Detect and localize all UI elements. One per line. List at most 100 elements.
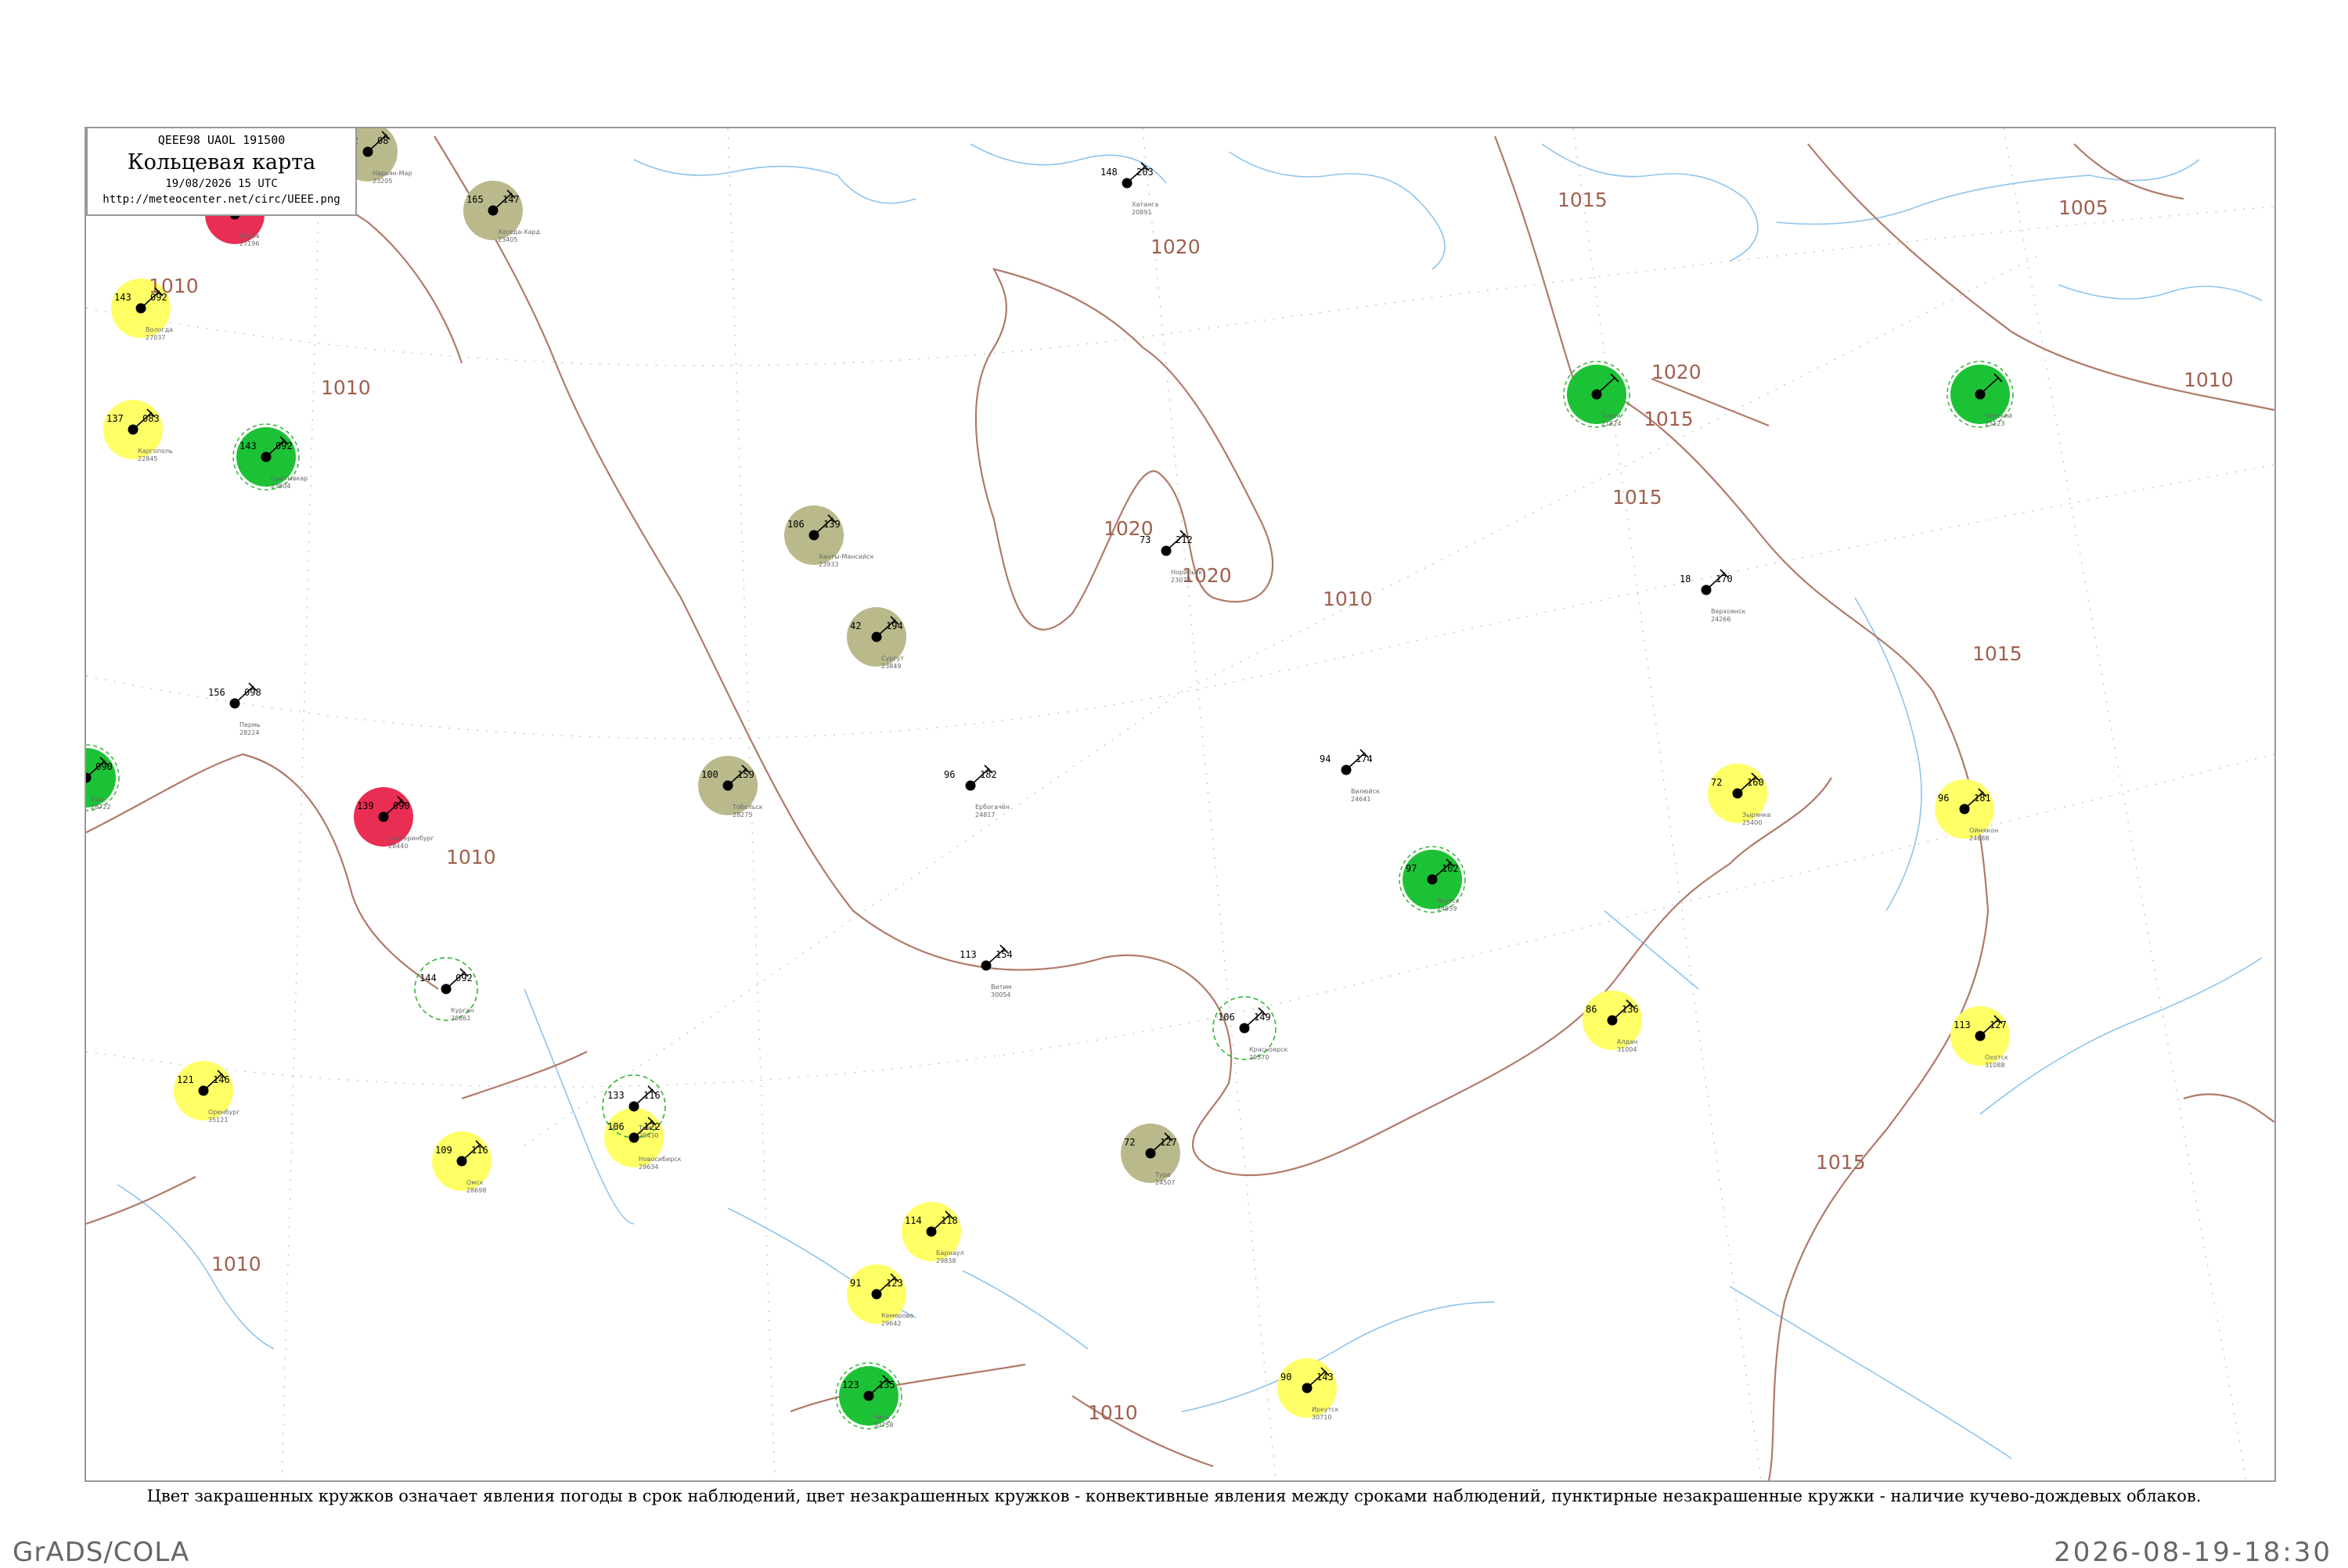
station-temperature: 113 [1954,1020,1971,1030]
station-temperature: 90 [1280,1372,1291,1383]
station-temperature: 114 [905,1215,922,1226]
station-temperature: 106 [787,519,805,530]
station-name: Вологда [146,326,173,333]
station-name: Новосибирск [639,1156,682,1163]
station-name: Витим [991,984,1012,991]
station-temperature: 42 [850,620,861,631]
station-name: Оренбург [208,1109,239,1116]
station-pressure: 154 [996,949,1013,960]
station-index: 23078 [1171,577,1190,584]
station-index: 24959 [1437,905,1457,912]
station-index: 23405 [498,236,517,243]
map-datetime: 19/08/2026 15 UTC [165,178,278,190]
station-name: Оймякон [1969,827,1998,834]
station-name: Красноярск [1249,1046,1287,1053]
station-index: 24507 [1155,1179,1175,1186]
station-pressure: 08 [377,135,388,146]
station-plot[interactable]: 113 154 Витим30054 [960,944,1013,998]
station-temperature: 133 [607,1090,625,1101]
station-plot[interactable]: 18 170 Верхоянск24266 [1680,569,1746,623]
station-pressure: 212 [1176,534,1193,545]
station-index: 23933 [819,561,838,568]
station-temperature: 91 [850,1278,861,1289]
station-pressure: 170 [1716,574,1733,584]
bulletin-code: QEEE98 UAOL 191500 [157,133,286,147]
station-temperature: 106 [607,1121,625,1132]
station-index: 30054 [991,991,1010,998]
station-index: 23849 [881,663,901,670]
isobar-label: 1010 [211,1253,261,1275]
station-index: 35121 [208,1117,228,1124]
station-plot[interactable]: 73 212 Норильск23078 [1140,530,1202,584]
software-label: GrADS/COLA [13,1537,190,1568]
station-plot[interactable]: 94 174 Вилюйск24641 [1320,749,1380,803]
station-plot[interactable]: 144 092 Курган28661 [420,968,474,1022]
station-name: Хатанга [1132,201,1158,208]
station-pressure: 136 [1622,1004,1639,1015]
station-pressure: 160 [1747,777,1764,788]
station-temperature: 121 [177,1074,194,1085]
station-name: Норильск [1171,569,1202,576]
station-temperature: 94 [1320,753,1331,764]
station-pressure: 181 [1974,793,1991,804]
station-index: 29570 [1249,1054,1269,1061]
station-index: 31004 [1617,1046,1637,1053]
station-name: Барнаул [936,1250,963,1257]
station-index: 29430 [639,1132,658,1139]
station-index: 30710 [1312,1414,1331,1421]
station-temperature: 113 [960,949,977,960]
station-pressure: 143 [1316,1372,1334,1383]
station-pressure: 162 [1442,863,1459,874]
station-plot[interactable]: 148 203 Хатанга20891 [1100,162,1158,216]
station-temperature: 144 [420,973,437,984]
station-name: Екатеринбург [388,835,434,842]
station-pressure: 090 [95,761,113,772]
station-index: 25123 [1985,420,2004,427]
station-index: 29642 [881,1320,901,1327]
station-plot[interactable]: 156 098 Пермь28224 [208,682,261,736]
isobar-label: 1020 [1151,236,1201,258]
map-url[interactable]: http://meteocenter.net/circ/UEEE.png [88,193,355,206]
weather-map[interactable]: 1005 1010 1010 1010 1010 1010 1010 1015 1015 1015… [86,128,2274,1480]
station-pressure: 123 [886,1278,903,1289]
station-temperature: 106 [1218,1012,1235,1023]
station-name: Верхоянск [1711,608,1746,615]
station-index: 28698 [466,1187,486,1194]
legend-caption: Цвет закрашенных кружков означает явлени… [146,1487,2202,1505]
station-pressure: 090 [393,800,410,811]
station-pressure: 127 [1160,1137,1177,1148]
station-name: Кемерово [881,1312,913,1319]
station-pressure: 083 [142,413,160,424]
station-name: Каргополь [138,448,173,455]
station-pressure: 127 [1990,1020,2007,1030]
station-index: 27037 [146,334,165,341]
station-name: Томск [638,1124,658,1131]
station-name: Чита [873,1414,889,1421]
station-pressure: 098 [244,687,261,698]
station-pressure: 092 [275,441,293,451]
station-index: 28224 [239,729,259,736]
station-index: 29634 [639,1163,658,1171]
station-name: Вилюйск [1351,788,1380,795]
station-index: 23205 [373,178,392,185]
station-temperature: 165 [466,194,484,205]
station-temperature: 148 [1100,167,1118,178]
station-plot[interactable]: 96 182 Ербогачён24817 [944,764,1010,818]
station-pressure: 092 [150,292,167,303]
station-name: Черский [1985,412,2012,419]
station-temperature: 96 [944,769,955,780]
station-pressure: 182 [980,769,997,780]
station-pressure: 146 [213,1074,230,1085]
station-temperature: 73 [1140,534,1151,545]
station-name: Зырянка [1742,811,1770,818]
station-index: 29838 [936,1257,956,1264]
station-temperature: 86 [1586,1004,1597,1015]
isobar-label: 1005 [2058,196,2109,219]
isobar-label: 1015 [1558,189,1608,211]
station-pressure: 118 [941,1215,958,1226]
station-temperature: 72 [1711,777,1722,788]
station-pressure: 116 [643,1090,661,1101]
station-name: Ханты-Мансийск [819,553,874,560]
station-temperature: 109 [435,1145,452,1156]
isobar-label: 1010 [1323,588,1373,610]
